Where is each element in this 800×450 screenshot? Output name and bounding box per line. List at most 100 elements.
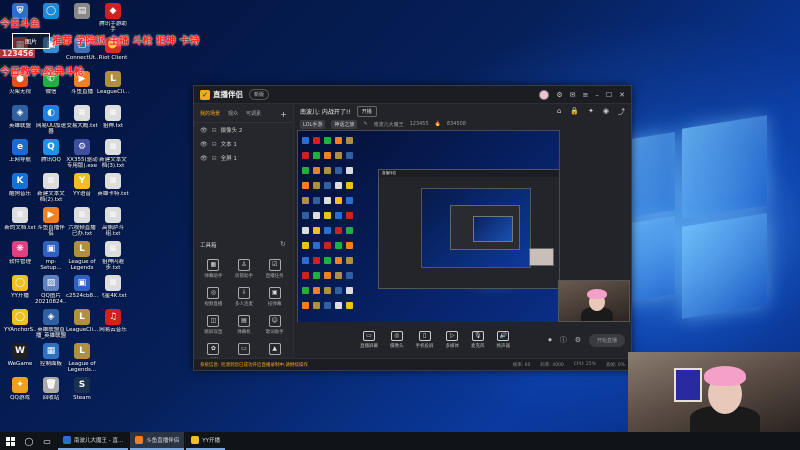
desktop-icon[interactable]: L LeagueCli... <box>66 309 98 333</box>
lock-icon[interactable]: ⊟ <box>212 141 217 148</box>
tab-materials[interactable]: 可调素 <box>246 110 261 119</box>
desktop-icon[interactable]: ≡ 六视频直播已办.txt <box>66 207 98 238</box>
desktop-icon[interactable]: ▦ 控制面板 <box>35 343 67 367</box>
app-icon: Q <box>43 139 59 155</box>
desktop-icon[interactable]: L League of Legends... <box>66 343 98 374</box>
eye-icon[interactable]: 👁 <box>200 141 208 148</box>
scene-item[interactable]: 👁 ⊟ 文本 1 <box>194 137 293 151</box>
open-live-button[interactable]: 开播 <box>356 106 377 117</box>
desktop-icon[interactable]: ≡ 狙神.txt <box>97 105 129 129</box>
share-icon[interactable]: ⤴ <box>618 107 625 117</box>
desktop-icon[interactable]: ♫ 网易云音乐 <box>97 309 129 333</box>
desktop-icon[interactable]: ≡ 新建文本文档(2).txt <box>35 173 67 204</box>
minimize-icon[interactable]: – <box>595 91 599 99</box>
settings-icon[interactable]: ⚙ <box>575 336 581 344</box>
tool-item[interactable]: ▦ 弹幕助手 <box>198 259 229 279</box>
tab-audience[interactable]: 观众 <box>228 110 238 119</box>
desktop-icon[interactable]: ◈ 英雄联盟 <box>4 105 36 129</box>
taskbar-task[interactable]: 南波儿大魔王 - 直... <box>58 432 129 450</box>
add-scene-icon[interactable]: + <box>280 110 287 119</box>
desktop-icon[interactable]: K 酷狗音乐 <box>4 173 36 197</box>
desktop-icon[interactable]: ▣ mp-Setup... <box>35 241 67 272</box>
source-action-button[interactable]: 🎙 麦克风 <box>471 331 485 349</box>
scene-item[interactable]: 👁 ⊟ 全屏 1 <box>194 151 293 165</box>
app-icon: ≡ <box>43 173 59 189</box>
lock-icon[interactable]: ⊟ <box>212 127 217 134</box>
info-icon[interactable]: ⓘ <box>560 335 567 345</box>
tool-item[interactable]: ☺ 歌词助手 <box>259 315 290 335</box>
desktop-icon[interactable]: e 上网导航 <box>4 139 36 163</box>
record-icon[interactable]: ⏺ <box>548 336 552 345</box>
taskbar-task[interactable]: YY开播 <box>186 432 225 450</box>
eye-icon[interactable]: 👁 <box>200 127 208 134</box>
desktop-icon[interactable]: ◐ 网易UU加速器 <box>35 105 67 136</box>
tool-item[interactable]: ▣ 投弹幕 <box>259 287 290 307</box>
sub-category-chip[interactable]: 神话之旅 <box>331 119 358 129</box>
start-button[interactable] <box>0 432 20 450</box>
desktop-icon[interactable]: ≡ 新建文本文档(3).txt <box>97 139 129 170</box>
lock-icon[interactable]: ⊟ <box>212 155 217 162</box>
settings-icon[interactable]: ⚙ <box>556 91 562 99</box>
tool-item[interactable]: ⇩ 多人连麦 <box>229 287 260 307</box>
source-action-button[interactable]: 🔊 扬声器 <box>497 331 510 349</box>
desktop-icon[interactable]: ▣ c2524cb8... <box>66 275 98 299</box>
maximize-icon[interactable]: ☐ <box>606 91 612 99</box>
streaming-app-window[interactable]: ✓ 直播伴侣 新版 ⚙ ✉ ≡ – ☐ ✕ 我的场景 观众 可调素 + 👁 ⊟ 摄像… <box>193 85 632 371</box>
lock-icon[interactable]: 🔒 <box>570 107 579 117</box>
desktop-icon[interactable]: ✦ QQ游戏 <box>4 377 36 401</box>
desktop-icon[interactable]: ⚙ XX355(驱动专用版).exe <box>66 139 98 170</box>
scene-item[interactable]: 👁 ⊟ 摄像头 2 <box>194 123 293 137</box>
desktop-icon[interactable]: 🗑 回收站 <box>35 377 67 401</box>
shop-icon[interactable]: ⌂ <box>557 107 561 117</box>
desktop-icon[interactable]: ≡ 高佩萨斗组.txt <box>97 207 129 238</box>
desktop-icon[interactable]: Q 腾讯QQ <box>35 139 67 163</box>
desktop-icon[interactable]: ◈ 英雄联盟直播_英雄联盟 <box>35 309 67 340</box>
app-titlebar[interactable]: ✓ 直播伴侣 新版 ⚙ ✉ ≡ – ☐ ✕ <box>194 86 631 104</box>
desktop-icon[interactable]: ▶ 斗鱼直播伴侣 <box>35 207 67 238</box>
source-action-button[interactable]: ▭ 直播屏幕 <box>360 331 378 349</box>
tool-item[interactable]: ◫ 跳屏双直 <box>198 315 229 335</box>
stream-preview[interactable]: 直播伴侣 <box>297 130 560 343</box>
desktop-icon[interactable]: L League of Legends <box>66 241 98 272</box>
desktop-icon[interactable]: W WeGame <box>4 343 36 367</box>
desktop-icon[interactable]: ▤ <box>66 3 98 21</box>
category-chip[interactable]: LOL手游 <box>300 119 326 129</box>
desktop-icon[interactable]: ❋ 软件管理 <box>4 241 36 265</box>
eye-icon[interactable]: 👁 <box>200 155 208 162</box>
desktop-icon[interactable]: ≡ 交易大概.txt <box>66 105 98 129</box>
source-action-button[interactable]: ▯ 手机投屏 <box>416 331 434 349</box>
tool-item[interactable]: ☑ 直播任务 <box>259 259 290 279</box>
desktop-icon[interactable]: Y YY语音 <box>66 173 98 197</box>
desktop-icon[interactable]: S Steam <box>66 377 98 401</box>
room-title[interactable]: 南波儿: 内战开了!! <box>300 107 351 116</box>
task-view-icon[interactable]: ▭ <box>38 432 56 450</box>
message-icon[interactable]: ✉ <box>570 91 576 99</box>
source-action-button[interactable]: ◎ 摄像头 <box>390 331 404 349</box>
desktop-icon[interactable]: ◆ 腾讯手游助手 <box>97 3 129 34</box>
tab-my-scenes[interactable]: 我的场景 <box>200 110 220 119</box>
user-avatar[interactable] <box>539 89 550 100</box>
gift-icon[interactable]: ✦ <box>588 107 594 117</box>
desktop-icon[interactable]: ≡ 英雄卡特.txt <box>97 173 129 197</box>
source-action-button[interactable]: ▷ 多媒体 <box>446 331 459 349</box>
desktop-icon[interactable]: ≡ 狙神闪避步.txt <box>97 241 129 272</box>
search-icon[interactable]: ◯ <box>20 432 38 450</box>
tool-label: 多人连麦 <box>234 302 253 307</box>
desktop-icon[interactable]: ≡ 飞星4K.txt <box>97 275 129 299</box>
tool-item[interactable]: ▤ 弹幕机 <box>229 315 260 335</box>
toolbox-refresh-icon[interactable]: ↻ <box>280 240 286 248</box>
close-icon[interactable]: ✕ <box>619 91 625 99</box>
start-live-button[interactable]: 开始直播 <box>588 333 625 347</box>
menu-icon[interactable]: ≡ <box>582 91 588 99</box>
version-badge[interactable]: 新版 <box>249 89 270 100</box>
desktop-icon[interactable]: ◯ YYAnchorS... <box>4 309 36 333</box>
taskbar-task[interactable]: 斗鱼直播伴侣 <box>130 432 185 450</box>
notify-icon[interactable]: ◉ <box>603 107 609 117</box>
tool-item[interactable]: ◎ 视频直播 <box>198 287 229 307</box>
tool-item[interactable]: ♙ 房管助手 <box>229 259 260 279</box>
desktop-icon[interactable]: ◯ YY开播 <box>4 275 36 299</box>
desktop-icon[interactable]: ▨ QQ图片20210824... <box>35 275 67 306</box>
desktop-icon[interactable]: L LeagueCli... <box>97 71 129 95</box>
edit-icon[interactable]: ✎ <box>363 121 367 127</box>
desktop-icon[interactable]: ≡ 新的文档.txt <box>4 207 36 231</box>
